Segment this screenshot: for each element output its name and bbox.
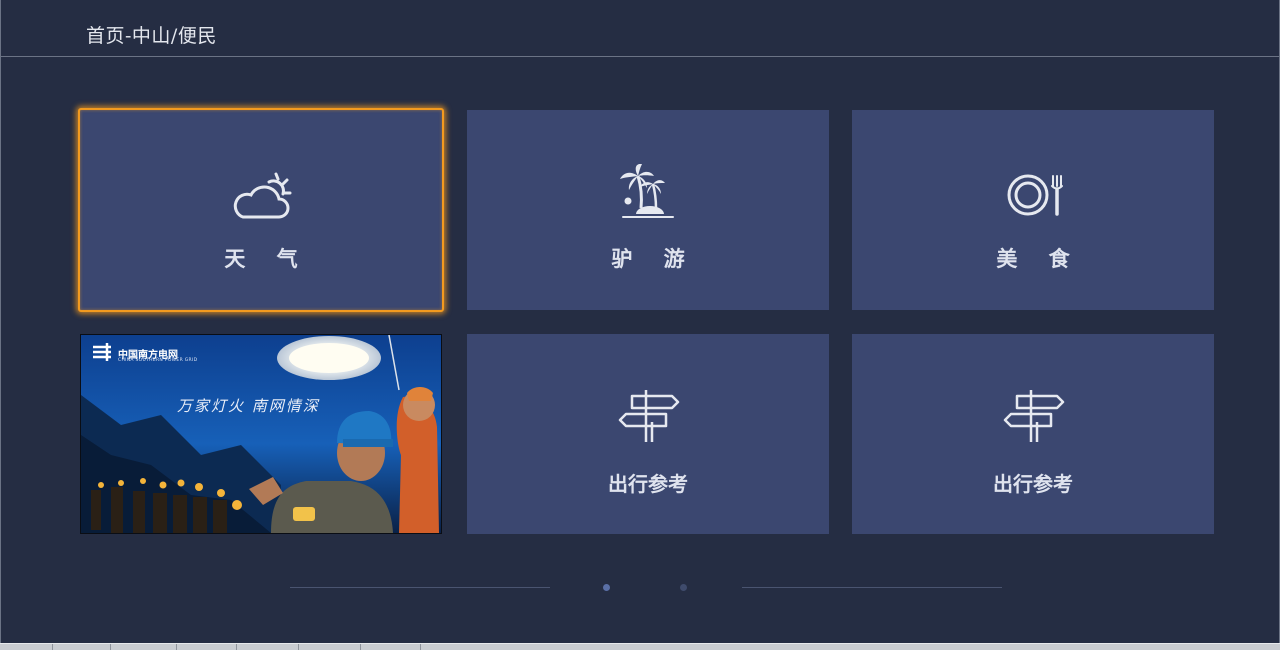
- banner-slogan: 万家灯火 南网情深: [177, 397, 320, 415]
- pager-line-right: [742, 587, 1002, 588]
- tile-travel-reference-2-label: 出行参考: [993, 472, 1073, 496]
- taskbar-item[interactable]: [236, 644, 299, 650]
- tile-travel[interactable]: 驴 游: [467, 110, 829, 310]
- tile-travel-reference-1-label: 出行参考: [608, 472, 688, 496]
- page-dot-active[interactable]: [603, 584, 610, 591]
- tile-weather[interactable]: 天 气: [78, 108, 444, 312]
- tile-travel-reference-2[interactable]: 出行参考: [852, 334, 1214, 534]
- breadcrumb: 首页-中山/便民: [86, 25, 217, 47]
- taskbar-item[interactable]: [110, 644, 177, 650]
- taskbar-item[interactable]: [298, 644, 361, 650]
- taskbar-item[interactable]: [52, 644, 111, 650]
- tile-travel-reference-1[interactable]: 出行参考: [467, 334, 829, 534]
- taskbar-item[interactable]: [176, 644, 237, 650]
- taskbar-item: [420, 644, 1247, 650]
- palm-island-icon: [620, 164, 674, 218]
- cloud-sun-icon: [233, 172, 292, 219]
- frame-left-edge: [0, 0, 1, 649]
- signpost-icon: [618, 390, 680, 442]
- banner-logo-subtext: CHINA SOUTHERN POWER GRID: [118, 358, 198, 363]
- tile-weather-label: 天 气: [224, 247, 310, 271]
- tile-food[interactable]: 美 食: [852, 110, 1214, 310]
- signpost-icon: [1003, 390, 1065, 442]
- taskbar-item[interactable]: [360, 644, 421, 650]
- header-bar: 首页-中山/便民: [0, 0, 1280, 57]
- power-grid-banner[interactable]: 中国南方电网 CHINA SOUTHERN POWER GRID 万家灯火 南网…: [80, 334, 442, 534]
- tile-travel-label: 驴 游: [611, 247, 697, 271]
- banner-image: [81, 335, 441, 533]
- tile-food-label: 美 食: [996, 247, 1082, 271]
- plate-fork-icon: [1007, 174, 1063, 216]
- pager-line-left: [290, 587, 550, 588]
- page-dot[interactable]: [680, 584, 687, 591]
